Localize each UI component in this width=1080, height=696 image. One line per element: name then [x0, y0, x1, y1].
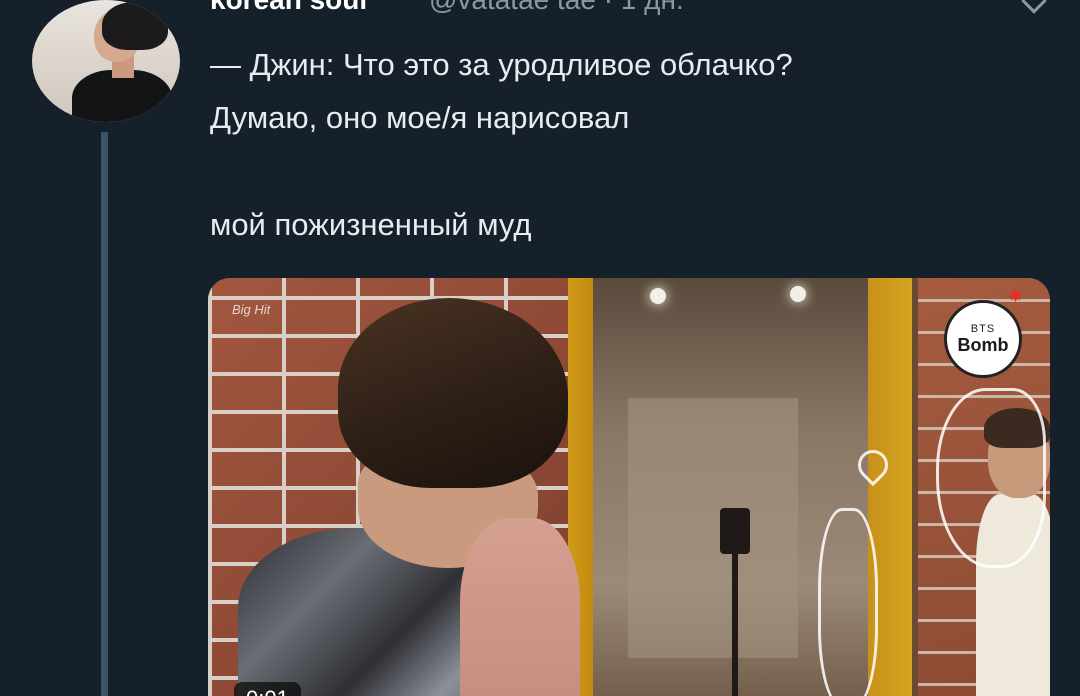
tweet-text-line: Думаю, оно мое/я нарисовал: [210, 100, 630, 135]
video-duration-badge: 0:01: [234, 682, 301, 696]
tweet-header: korean soul @vatatae tae · 1 дн.: [210, 0, 684, 15]
author-avatar[interactable]: [32, 0, 180, 122]
logo-top-text: BTS: [970, 323, 996, 335]
ceiling-light: [790, 286, 806, 302]
thread-connector-line: [101, 132, 108, 696]
ceiling-light: [650, 288, 666, 304]
video-watermark: Big Hit: [232, 302, 271, 317]
author-name[interactable]: korean soul: [210, 0, 367, 15]
spark-icon: ✸: [1008, 286, 1024, 306]
tweet-thread: korean soul @vatatae tae · 1 дн. — Джин:…: [0, 0, 1080, 696]
back-wall-panel: [628, 398, 798, 658]
chevron-down-icon[interactable]: [1021, 0, 1047, 14]
video-frame: [208, 278, 1050, 696]
cloud-doodle: [936, 388, 1046, 568]
logo-bottom-text: Bomb: [957, 335, 1009, 355]
avatar-hair: [102, 2, 168, 50]
tripod-leg: [732, 554, 738, 696]
tweet-text-line: — Джин: Что это за уродливое облачко?: [210, 47, 793, 82]
person-front-hand: [460, 518, 580, 696]
video-player[interactable]: Big Hit ✸ BTS Bomb 0:01: [208, 278, 1050, 696]
drawing-doodle: [818, 508, 878, 696]
camera-tripod: [720, 508, 750, 554]
tweet-text-line: мой пожизненный муд: [210, 207, 532, 242]
bts-bomb-logo: BTS Bomb: [944, 300, 1022, 378]
tweet-body: — Джин: Что это за уродливое облачко? Ду…: [210, 38, 1060, 251]
person-front-hair: [338, 298, 568, 488]
author-handle[interactable]: @vatatae tae · 1 дн.: [429, 0, 684, 15]
